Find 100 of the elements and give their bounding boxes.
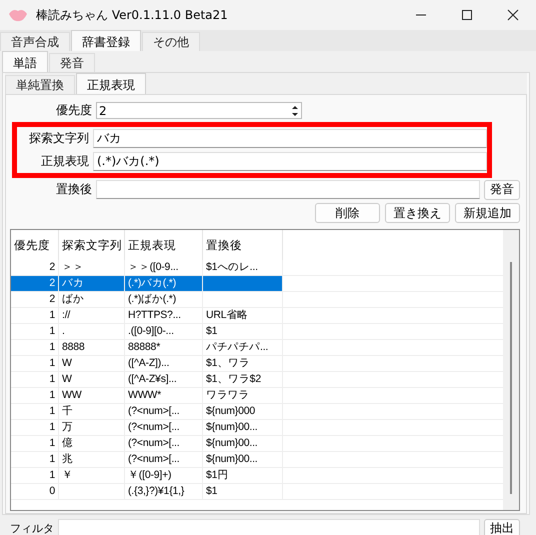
field-label: 正規表現: [40, 153, 89, 170]
filter-field[interactable]: [58, 519, 480, 535]
tab[interactable]: 単純置換: [5, 75, 75, 94]
table-row[interactable]: 2 ばか (.*)ばか(.*): [11, 292, 503, 308]
tab[interactable]: 辞書登録: [71, 30, 141, 51]
action-button[interactable]: 新規追加: [455, 203, 520, 223]
tab[interactable]: 単語: [2, 51, 48, 72]
table-cell: パチパチパ...: [203, 340, 283, 355]
table-cell: $1、ワラ: [203, 356, 283, 371]
table-cell: 1: [11, 404, 59, 419]
table-cell: 1: [11, 324, 59, 339]
tab[interactable]: その他: [142, 32, 200, 51]
tab[interactable]: 発音: [49, 53, 95, 72]
table-cell: ＞＞: [59, 260, 125, 275]
pronounce-button[interactable]: 発音: [484, 180, 520, 200]
table-row[interactable]: 1 . .([0-9][0-... $1: [11, 324, 503, 340]
column-header[interactable]: 優先度: [11, 230, 59, 260]
replace-field[interactable]: [96, 180, 480, 199]
table-row[interactable]: 1 8888 88888* パチパチパ...: [11, 340, 503, 356]
table-cell: ${num}00...: [203, 452, 283, 467]
table-cell: 2: [11, 260, 59, 275]
table-cell: 千: [59, 404, 125, 419]
table-cell: ＞＞([0-9...: [125, 260, 203, 275]
table-cell: ([^A-Z])...: [125, 356, 203, 371]
action-button[interactable]: 置き換え: [385, 203, 450, 223]
table-cell: $1: [203, 324, 283, 339]
table-row[interactable]: 0 (.{3,}?)¥1{1,} $1: [11, 484, 503, 500]
column-header[interactable]: 正規表現: [125, 230, 203, 260]
table-cell: (?<num>[...: [125, 404, 203, 419]
table-cell: W: [59, 356, 125, 371]
action-button[interactable]: 削除: [315, 203, 380, 223]
table-row[interactable]: 1 ￥ ￥([0-9]+) $1円: [11, 468, 503, 484]
regex-field[interactable]: (.*)バカ(.*): [93, 152, 487, 171]
table-cell: ${num}00...: [203, 420, 283, 435]
table-row[interactable]: 1 W ([^A-Z¥s]... $1、ワラ$2: [11, 372, 503, 388]
scrollbar[interactable]: [503, 230, 519, 510]
table-cell: ([^A-Z¥s]...: [125, 372, 203, 387]
table-cell: 2: [11, 292, 59, 307]
table-row[interactable]: 1 :// H?TTPS?... URL省略: [11, 308, 503, 324]
table-cell: ばか: [59, 292, 125, 307]
table-cell: 万: [59, 420, 125, 435]
table-cell: (?<num>[...: [125, 420, 203, 435]
table-cell: ￥([0-9]+): [125, 468, 203, 483]
table-cell: URL省略: [203, 308, 283, 323]
table-cell: ￥: [59, 468, 125, 483]
table-cell: 1: [11, 452, 59, 467]
table-row[interactable]: 1 W ([^A-Z])... $1、ワラ: [11, 356, 503, 372]
table-row[interactable]: 1 WW WWW* ワラワラ: [11, 388, 503, 404]
table-row[interactable]: 1 億 (?<num>[... ${num}00...: [11, 436, 503, 452]
table-cell: 1: [11, 356, 59, 371]
table-row[interactable]: 2 バカ (.*)バカ(.*): [11, 276, 503, 292]
table-cell: $1へのレ...: [203, 260, 283, 275]
table-cell: ワラワラ: [203, 388, 283, 403]
table-cell: $1円: [203, 468, 283, 483]
field-label: 置換後: [55, 181, 92, 198]
extract-button[interactable]: 抽出: [484, 518, 520, 535]
column-header[interactable]: 置換後: [203, 230, 283, 260]
priority-spinner[interactable]: 2: [96, 102, 302, 119]
table-cell: 8888: [59, 340, 125, 355]
table-cell: (.{3,}?)¥1{1,}: [125, 484, 203, 499]
table-cell: WW: [59, 388, 125, 403]
table-cell: WWW*: [125, 388, 203, 403]
table-cell: バカ: [59, 276, 125, 291]
table-cell: (?<num>[...: [125, 452, 203, 467]
table-cell: 1: [11, 468, 59, 483]
table-cell: ://: [59, 308, 125, 323]
table-cell: 0: [11, 484, 59, 499]
table-cell: 2: [11, 276, 59, 291]
table-row[interactable]: 1 兆 (?<num>[... ${num}00...: [11, 452, 503, 468]
field-label: 優先度: [55, 102, 92, 119]
table-cell: 1: [11, 420, 59, 435]
table-cell: ${num}00...: [203, 436, 283, 451]
table-row[interactable]: 1 万 (?<num>[... ${num}00...: [11, 420, 503, 436]
table-cell: .([0-9][0-...: [125, 324, 203, 339]
maximize-icon: [461, 9, 473, 21]
column-header[interactable]: 探索文字列: [59, 230, 125, 260]
close-icon: [507, 9, 519, 21]
window-title: 棒読みちゃん Ver0.1.11.0 Beta21: [36, 6, 229, 24]
table-cell: ${num}000: [203, 404, 283, 419]
table-cell: 億: [59, 436, 125, 451]
field-label: 探索文字列: [28, 130, 89, 147]
table-cell: (?<num>[...: [125, 436, 203, 451]
table-cell: 1: [11, 388, 59, 403]
table-row[interactable]: 1 千 (?<num>[... ${num}000: [11, 404, 503, 420]
table-cell: H?TTPS?...: [125, 308, 203, 323]
lips-icon: [8, 8, 28, 22]
search-field[interactable]: バカ: [93, 129, 487, 148]
table-cell: $1、ワラ$2: [203, 372, 283, 387]
table-cell: .: [59, 324, 125, 339]
table-cell: 1: [11, 372, 59, 387]
field-label: フィルタ: [10, 521, 54, 535]
table-cell: (.*)ばか(.*): [125, 292, 203, 307]
table-cell: 88888*: [125, 340, 203, 355]
table-cell: (.*)バカ(.*): [125, 276, 203, 291]
table-cell: 兆: [59, 452, 125, 467]
table-cell: 1: [11, 340, 59, 355]
table-cell: W: [59, 372, 125, 387]
tab[interactable]: 正規表現: [76, 73, 146, 94]
table-cell: 1: [11, 308, 59, 323]
tab[interactable]: 音声合成: [0, 32, 70, 51]
